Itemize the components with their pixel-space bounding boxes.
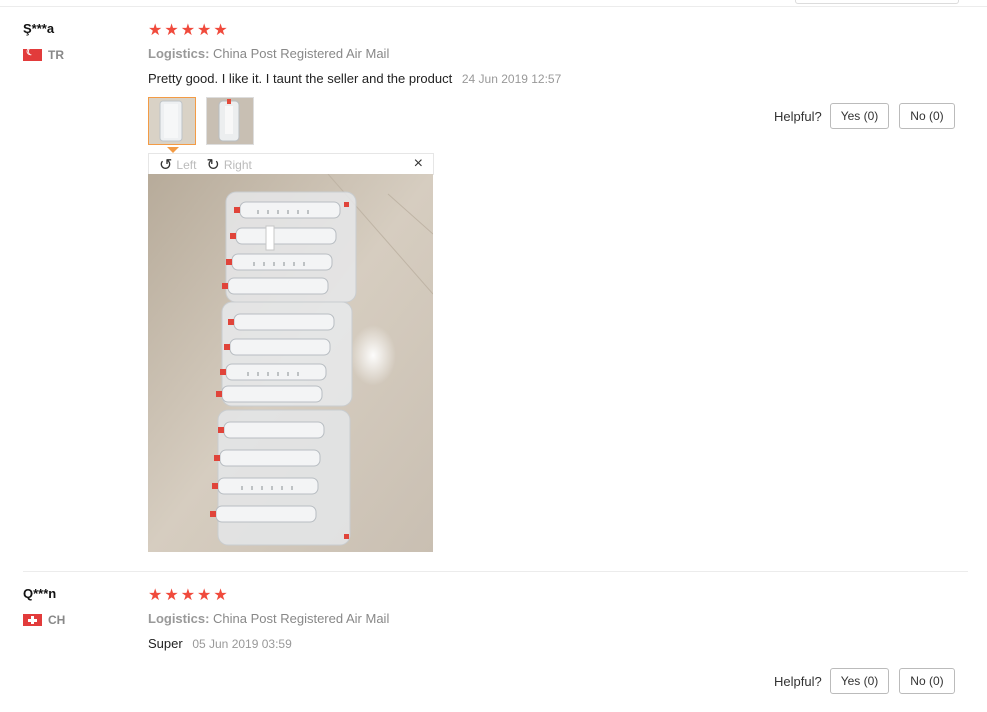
review-content: Pretty good. I like it. I taunt the sell…	[148, 71, 561, 86]
helpful-yes-button[interactable]: Yes (0)	[829, 668, 890, 694]
photo-thumbnail-2[interactable]	[206, 97, 254, 145]
rating-stars: ★ ★ ★ ★ ★	[148, 588, 228, 604]
rotate-left-button[interactable]: ↺ Left	[159, 155, 196, 175]
country-code: TR	[48, 48, 64, 62]
logistics-label: Logistics:	[148, 611, 210, 626]
rotate-left-icon: ↺	[159, 156, 173, 174]
logistics-info: Logistics: China Post Registered Air Mai…	[148, 46, 389, 61]
star-icon: ★	[180, 22, 196, 39]
product-photo	[148, 174, 433, 552]
photo-thumbnail-image	[149, 98, 195, 144]
top-divider	[0, 6, 987, 7]
photo-thumbnail-image	[207, 98, 253, 144]
review-text: Super	[148, 636, 183, 651]
rating-stars: ★ ★ ★ ★ ★	[148, 23, 228, 39]
photo-viewer-image	[148, 174, 433, 552]
star-icon: ★	[180, 587, 196, 604]
logistics-info: Logistics: China Post Registered Air Mai…	[148, 611, 389, 626]
helpful-section: Helpful? Yes (0) No (0)	[774, 668, 955, 694]
star-icon: ★	[164, 587, 179, 604]
flag-icon	[23, 614, 42, 626]
reviewer-country: CH	[23, 613, 65, 627]
rotate-right-label: Right	[223, 157, 252, 172]
review-text: Pretty good. I like it. I taunt the sell…	[148, 71, 453, 86]
photo-viewer-toolbar: ↺ Left ↻ Right ×	[148, 153, 434, 175]
star-icon: ★	[213, 22, 228, 39]
star-icon: ★	[148, 587, 163, 604]
helpful-label: Helpful?	[774, 108, 822, 124]
star-icon: ★	[164, 22, 179, 39]
star-icon: ★	[213, 587, 228, 604]
logistics-value: China Post Registered Air Mail	[213, 46, 390, 61]
logistics-label: Logistics:	[148, 46, 210, 61]
review-content: Super 05 Jun 2019 03:59	[148, 636, 292, 651]
review-divider	[23, 571, 968, 572]
flag-icon	[23, 47, 42, 61]
review-date: 05 Jun 2019 03:59	[192, 637, 292, 651]
helpful-no-button[interactable]: No (0)	[899, 668, 955, 694]
helpful-yes-button[interactable]: Yes (0)	[829, 103, 890, 129]
country-code: CH	[48, 613, 66, 627]
rotate-right-icon: ↻	[206, 156, 220, 174]
reviewer-name: Q***n	[23, 586, 57, 601]
rotate-left-label: Left	[176, 157, 197, 172]
rotate-right-button[interactable]: ↻ Right	[206, 155, 251, 175]
helpful-label: Helpful?	[774, 673, 822, 689]
helpful-section: Helpful? Yes (0) No (0)	[774, 103, 955, 129]
star-icon: ★	[197, 587, 212, 604]
star-icon: ★	[148, 22, 163, 39]
photo-thumbnail-1[interactable]	[148, 97, 196, 145]
review-date: 24 Jun 2019 12:57	[461, 72, 562, 86]
logistics-value: China Post Registered Air Mail	[213, 611, 390, 626]
reviewer-name: Ş***a	[23, 21, 55, 36]
reviewer-country: TR	[23, 47, 64, 62]
star-icon: ★	[197, 22, 212, 39]
top-select-box[interactable]	[795, 0, 959, 4]
close-icon[interactable]: ×	[414, 155, 423, 173]
helpful-no-button[interactable]: No (0)	[899, 103, 955, 129]
